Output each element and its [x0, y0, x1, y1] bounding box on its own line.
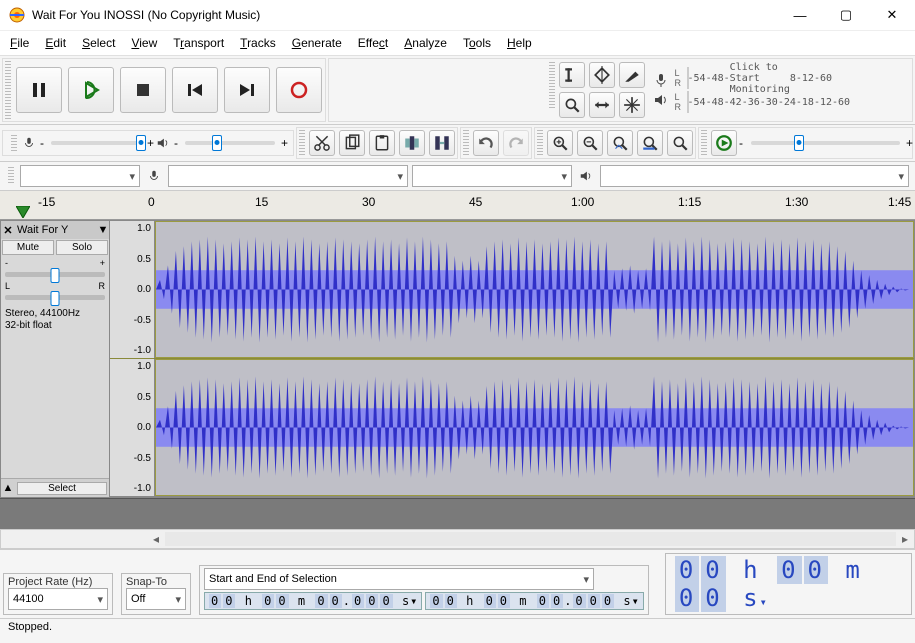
recording-meter[interactable]: -54-48- Click to Start Monitoring 8-12-6…: [687, 67, 689, 89]
speaker-slider-icon: [153, 133, 173, 153]
menu-transport[interactable]: Transport: [167, 33, 230, 53]
stop-button[interactable]: [120, 67, 166, 113]
silence-button[interactable]: [429, 130, 455, 156]
track-name[interactable]: Wait For Y: [15, 224, 97, 236]
play-at-speed-button[interactable]: [711, 130, 737, 156]
zoom-tool-button[interactable]: [559, 92, 585, 118]
envelope-tool-button[interactable]: [589, 62, 615, 88]
window-close-button[interactable]: ✕: [869, 0, 915, 30]
vertical-scale-left[interactable]: 1.00.50.0-0.5-1.0: [110, 221, 155, 358]
recording-device-combo[interactable]: [168, 165, 408, 187]
track-area-empty[interactable]: [0, 498, 915, 529]
mute-button[interactable]: Mute: [2, 240, 54, 255]
playback-volume-slider[interactable]: [185, 141, 275, 145]
zoom-in-button[interactable]: [547, 130, 573, 156]
transport-toolbar: [2, 58, 326, 122]
track-control-panel: ✕ Wait For Y ▼ Mute Solo -+ LR Stereo, 4…: [1, 221, 110, 497]
fit-selection-button[interactable]: [607, 130, 633, 156]
recording-volume-slider[interactable]: [51, 141, 141, 145]
menu-view[interactable]: View: [125, 33, 163, 53]
status-bar: Stopped.: [0, 618, 915, 643]
fit-project-button[interactable]: [637, 130, 663, 156]
track-close-button[interactable]: ✕: [1, 224, 15, 237]
project-rate-combo[interactable]: 44100: [8, 588, 108, 610]
window-maximize-button[interactable]: ▢: [823, 0, 869, 30]
window-title: Wait For You INOSSI (No Copyright Music): [32, 8, 260, 22]
solo-button[interactable]: Solo: [56, 240, 108, 255]
menu-help[interactable]: Help: [501, 33, 538, 53]
playback-meter[interactable]: -54-48-42-36-30-24-18-12-60: [687, 91, 689, 113]
selection-tool-button[interactable]: [559, 62, 585, 88]
menu-tracks[interactable]: Tracks: [234, 33, 282, 53]
menu-file[interactable]: File: [4, 33, 35, 53]
project-rate-label: Project Rate (Hz): [8, 576, 108, 588]
audio-position-display[interactable]: 00 h 00 m 00 s▾: [665, 553, 912, 615]
skip-end-button[interactable]: [224, 67, 270, 113]
selection-start-time[interactable]: 00 h 00 m 00.000 s▾: [204, 592, 422, 610]
copy-button[interactable]: [339, 130, 365, 156]
timeline-ruler[interactable]: -15 0 15 30 45 1:00 1:15 1:30 1:45: [0, 191, 915, 220]
trim-button[interactable]: [399, 130, 425, 156]
track-menu-button[interactable]: ▼: [97, 224, 109, 236]
audio-host-combo[interactable]: [20, 165, 140, 187]
playback-device-combo[interactable]: [600, 165, 909, 187]
paste-button[interactable]: [369, 130, 395, 156]
skip-start-button[interactable]: [172, 67, 218, 113]
menu-edit[interactable]: Edit: [39, 33, 72, 53]
horizontal-scrollbar[interactable]: ◂▸: [0, 529, 915, 549]
pause-button[interactable]: [16, 67, 62, 113]
menu-generate[interactable]: Generate: [286, 33, 348, 53]
cut-button[interactable]: [309, 130, 335, 156]
zoom-toggle-button[interactable]: [667, 130, 693, 156]
selection-mode-combo[interactable]: Start and End of Selection: [204, 568, 594, 590]
play-meter-L-label: LR: [675, 92, 685, 112]
selection-end-time[interactable]: 00 h 00 m 00.000 s▾: [425, 592, 643, 610]
redo-button[interactable]: [503, 130, 529, 156]
play-button[interactable]: [68, 67, 114, 113]
menu-select[interactable]: Select: [76, 33, 121, 53]
menu-analyze[interactable]: Analyze: [398, 33, 453, 53]
timeshift-tool-button[interactable]: [589, 92, 615, 118]
record-button[interactable]: [276, 67, 322, 113]
menu-bar: File Edit Select View Transport Tracks G…: [0, 31, 915, 56]
track-format-line2: 32-bit float: [5, 320, 105, 332]
status-text: Stopped.: [8, 621, 52, 633]
rec-meter-L-label: LR: [675, 68, 685, 88]
mic-icon: [651, 70, 671, 90]
mic-slider-icon: [19, 133, 39, 153]
vertical-scale-right[interactable]: 1.00.50.0-0.5-1.0: [110, 359, 155, 496]
track-select-button[interactable]: Select: [17, 482, 107, 495]
play-speed-slider[interactable]: [751, 141, 900, 145]
speaker-icon: [651, 90, 671, 110]
multi-tool-button[interactable]: [619, 92, 645, 118]
track-format-line1: Stereo, 44100Hz: [5, 308, 105, 320]
window-minimize-button[interactable]: —: [777, 0, 823, 30]
pan-slider[interactable]: [5, 295, 105, 300]
device-mic-icon: [144, 166, 164, 186]
draw-tool-button[interactable]: [619, 62, 645, 88]
menu-effect[interactable]: Effect: [352, 33, 394, 53]
zoom-out-button[interactable]: [577, 130, 603, 156]
snap-to-combo[interactable]: Off: [126, 588, 186, 610]
menu-tools[interactable]: Tools: [457, 33, 497, 53]
waveform-right-channel[interactable]: [155, 359, 914, 496]
recording-channels-combo[interactable]: [412, 165, 572, 187]
snap-to-label: Snap-To: [126, 576, 186, 588]
track-collapse-button[interactable]: ▲: [1, 482, 15, 494]
waveform-left-channel[interactable]: [155, 221, 914, 358]
device-speaker-icon: [576, 166, 596, 186]
app-logo-icon: [8, 6, 26, 24]
undo-button[interactable]: [473, 130, 499, 156]
gain-slider[interactable]: [5, 272, 105, 277]
